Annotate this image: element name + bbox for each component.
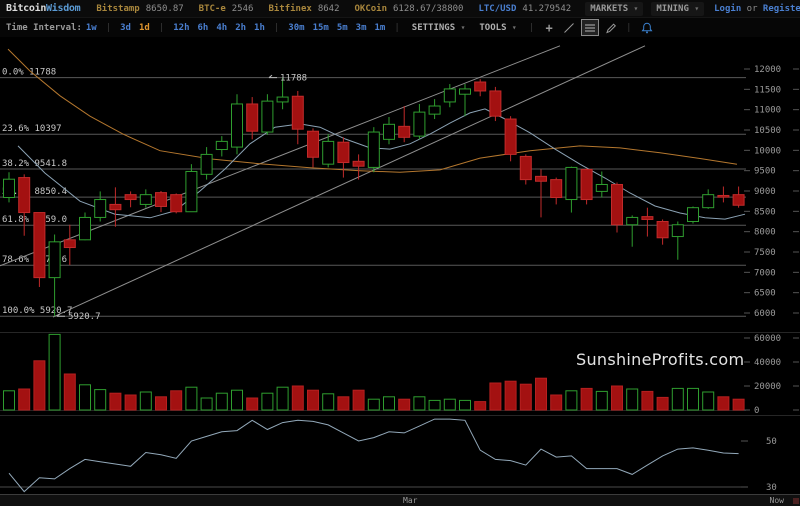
interval-3m[interactable]: 3m — [356, 23, 367, 33]
ticker-name: OKCoin — [355, 4, 388, 14]
ticker-btc-e[interactable]: BTC-e 2546 — [199, 4, 254, 14]
svg-text:6000: 6000 — [754, 309, 776, 319]
interval-2h[interactable]: 2h — [235, 23, 246, 33]
corner-handle — [793, 498, 799, 504]
svg-text:60000: 60000 — [754, 334, 781, 344]
svg-text:11000: 11000 — [754, 106, 781, 116]
svg-text:9500: 9500 — [754, 167, 776, 177]
time-interval-label: Time Interval: — [6, 23, 82, 33]
svg-text:30: 30 — [766, 483, 777, 493]
line-tool-icon[interactable] — [561, 20, 577, 35]
svg-text:0.0% 11788: 0.0% 11788 — [2, 68, 56, 78]
svg-text:10000: 10000 — [754, 146, 781, 156]
ticker-okcoin[interactable]: OKCoin 6128.67/38800 — [355, 4, 464, 14]
login-link[interactable]: Login — [714, 4, 741, 14]
ticker-value: 2546 — [232, 4, 254, 14]
draw-pencil-icon[interactable] — [603, 20, 619, 35]
auth-links: Login or Register — [714, 4, 800, 14]
price-volume-rsi-chart[interactable]: 0.0% 1178823.6% 1039738.2% 9541.850.0% 8… — [0, 37, 800, 494]
top-bar: BitcoinWisdom Bitstamp8650.87BTC-e2546Bi… — [0, 0, 800, 18]
svg-text:11788: 11788 — [280, 74, 307, 84]
ticker-name: Bitfinex — [268, 4, 311, 14]
ticker-ltc-usd[interactable]: LTC/USD 41.279542 — [478, 4, 571, 14]
ticker-bitfinex[interactable]: Bitfinex 8642 — [268, 4, 339, 14]
svg-text:20000: 20000 — [754, 382, 781, 392]
interval-30m[interactable]: 30m — [288, 23, 304, 33]
ticker-name: Bitstamp — [96, 4, 139, 14]
svg-text:7500: 7500 — [754, 248, 776, 258]
interval-1w[interactable]: 1w — [86, 23, 97, 33]
svg-text:7000: 7000 — [754, 268, 776, 278]
svg-text:40000: 40000 — [754, 358, 781, 368]
ticker-value: 6128.67/38800 — [393, 4, 463, 14]
svg-text:5920.7: 5920.7 — [68, 312, 101, 322]
svg-text:8500: 8500 — [754, 207, 776, 217]
settings-button[interactable]: SETTINGS ▾ — [412, 23, 466, 33]
chevron-down-icon: ▾ — [634, 4, 639, 13]
interval-selector: 1w|3d1d|12h6h4h2h1h|30m15m5m3m1m — [82, 23, 390, 33]
ticker-value: 41.279542 — [522, 4, 571, 14]
svg-text:6500: 6500 — [754, 289, 776, 299]
svg-text:8000: 8000 — [754, 228, 776, 238]
svg-text:50: 50 — [766, 437, 777, 447]
ticker-value: 8642 — [318, 4, 340, 14]
brand-part2: Wisdom — [46, 3, 80, 14]
interval-4h[interactable]: 4h — [216, 23, 227, 33]
interval-1d[interactable]: 1d — [139, 23, 150, 33]
svg-text:11500: 11500 — [754, 85, 781, 95]
alert-bell-icon[interactable] — [639, 20, 655, 35]
markets-menu[interactable]: MARKETS ▾ — [585, 2, 643, 16]
plus-icon[interactable]: + — [541, 20, 557, 35]
chart-panels[interactable]: 0.0% 1178823.6% 1039738.2% 9541.850.0% 8… — [0, 37, 800, 494]
interval-1m[interactable]: 1m — [375, 23, 386, 33]
ticker-bitstamp[interactable]: Bitstamp 8650.87 — [96, 4, 183, 14]
svg-text:38.2% 9541.8: 38.2% 9541.8 — [2, 159, 67, 169]
interval-5m[interactable]: 5m — [337, 23, 348, 33]
interval-6h[interactable]: 6h — [198, 23, 209, 33]
month-tick-label: Mar — [403, 496, 417, 505]
auth-or-text: or — [747, 4, 758, 14]
chevron-down-icon: ▾ — [461, 23, 466, 32]
chart-toolbar: Time Interval: 1w|3d1d|12h6h4h2h1h|30m15… — [0, 18, 800, 37]
brand-logo[interactable]: BitcoinWisdom — [6, 3, 80, 14]
ticker-name: BTC-e — [199, 4, 226, 14]
fib-retracement-icon[interactable] — [581, 19, 599, 36]
svg-text:9000: 9000 — [754, 187, 776, 197]
header-menus: MARKETS ▾ MINING ▾ — [585, 2, 704, 16]
ticker-value: 8650.87 — [146, 4, 184, 14]
interval-12h[interactable]: 12h — [173, 23, 189, 33]
interval-3d[interactable]: 3d — [120, 23, 131, 33]
brand-part1: Bitcoin — [6, 3, 46, 14]
mining-menu[interactable]: MINING ▾ — [651, 2, 704, 16]
svg-text:10500: 10500 — [754, 126, 781, 136]
chevron-down-icon: ▾ — [512, 23, 517, 32]
register-link[interactable]: Register — [763, 4, 800, 14]
watermark-text: SunshineProfits.com — [576, 350, 744, 369]
bitcoinwisdom-app: BitcoinWisdom Bitstamp8650.87BTC-e2546Bi… — [0, 0, 800, 506]
now-label: Now — [770, 496, 784, 505]
tools-button[interactable]: TOOLS ▾ — [479, 23, 516, 33]
ticker-name: LTC/USD — [478, 4, 516, 14]
svg-text:0: 0 — [754, 406, 759, 416]
svg-text:100.0% 5920.7: 100.0% 5920.7 — [2, 306, 72, 316]
interval-1h[interactable]: 1h — [254, 23, 265, 33]
time-axis-bar: Mar Now — [0, 494, 800, 506]
svg-text:12000: 12000 — [754, 65, 781, 75]
svg-text:23.6% 10397: 23.6% 10397 — [2, 124, 62, 134]
chevron-down-icon: ▾ — [694, 4, 699, 13]
interval-15m[interactable]: 15m — [313, 23, 329, 33]
exchange-tickers: Bitstamp 8650.87 BTC-e 2546 Bitfinex 8642 OKCo… — [96, 4, 571, 14]
